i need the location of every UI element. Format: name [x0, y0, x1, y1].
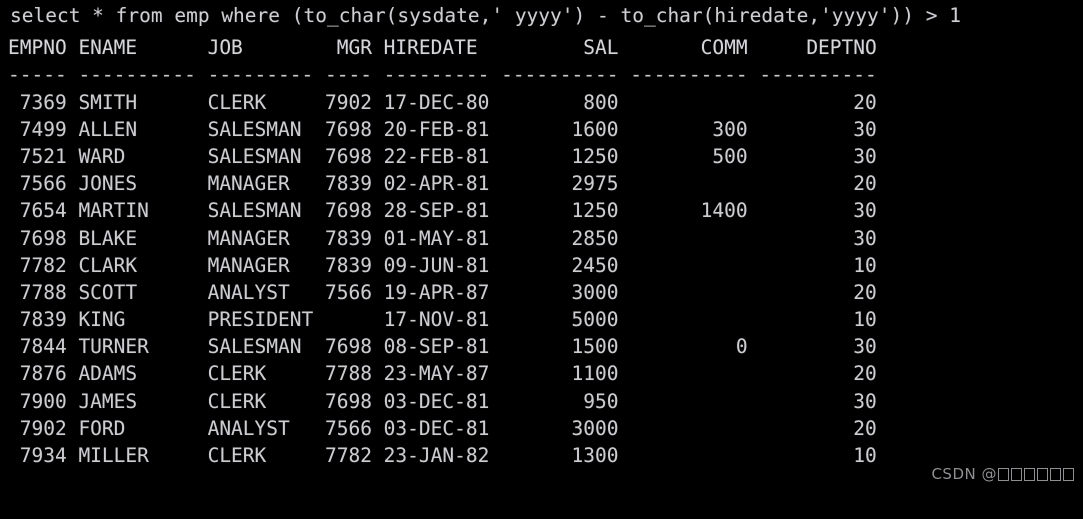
watermark-glyph — [998, 467, 1009, 481]
table-row: 7876 ADAMS CLERK 7788 23-MAY-87 1100 20 — [8, 362, 877, 386]
table-rows-container: 7369 SMITH CLERK 7902 17-DEC-80 800 20 7… — [8, 89, 1083, 470]
table-row: 7521 WARD SALESMAN 7698 22-FEB-81 1250 5… — [8, 144, 877, 168]
watermark-glyph — [1050, 467, 1061, 481]
watermark-glyph — [1024, 467, 1035, 481]
table-row: 7566 JONES MANAGER 7839 02-APR-81 2975 2… — [8, 172, 877, 196]
table-row: 7844 TURNER SALESMAN 7698 08-SEP-81 1500… — [8, 335, 877, 359]
watermark-glyph — [1063, 467, 1074, 481]
table-row: 7839 KING PRESIDENT 17-NOV-81 5000 10 — [8, 308, 877, 332]
sql-query-text: select * from emp where (to_char(sysdate… — [10, 4, 961, 27]
watermark-glyph — [1011, 467, 1022, 481]
table-header-row: EMPNO ENAME JOB MGR HIREDATE SAL COMM DE… — [8, 36, 877, 60]
query-results-table: EMPNO ENAME JOB MGR HIREDATE SAL COMM DE… — [0, 29, 1083, 469]
table-row: 7900 JAMES CLERK 7698 03-DEC-81 950 30 — [8, 389, 877, 413]
table-row: 7499 ALLEN SALESMAN 7698 20-FEB-81 1600 … — [8, 117, 877, 141]
sql-query-line: select * from emp where (to_char(sysdate… — [0, 0, 1083, 29]
watermark-prefix: CSDN @ — [931, 464, 997, 483]
terminal-window: select * from emp where (to_char(sysdate… — [0, 0, 1083, 519]
table-separator-row: ----- ---------- --------- ---- --------… — [8, 63, 877, 87]
table-row: 7654 MARTIN SALESMAN 7698 28-SEP-81 1250… — [8, 199, 877, 223]
watermark-glyph — [1037, 467, 1048, 481]
watermark-username-glyphs — [997, 461, 1075, 488]
table-row: 7782 CLARK MANAGER 7839 09-JUN-81 2450 1… — [8, 253, 877, 277]
table-row: 7698 BLAKE MANAGER 7839 01-MAY-81 2850 3… — [8, 226, 877, 250]
table-row: 7788 SCOTT ANALYST 7566 19-APR-87 3000 2… — [8, 280, 877, 304]
table-row: 7369 SMITH CLERK 7902 17-DEC-80 800 20 — [8, 90, 877, 114]
csdn-watermark: CSDN @ — [910, 433, 1075, 515]
